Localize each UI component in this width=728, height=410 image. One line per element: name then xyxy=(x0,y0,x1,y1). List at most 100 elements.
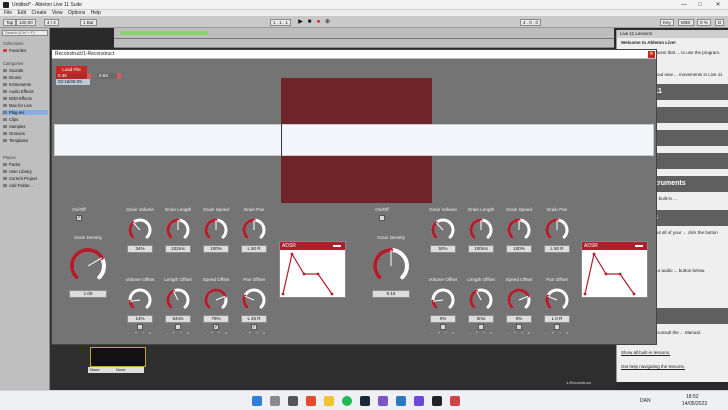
length-offset-value[interactable]: 84ms xyxy=(165,315,191,323)
adsr-envelope[interactable]: ADSR xyxy=(279,241,346,298)
length-offset-enable-checkbox[interactable] xyxy=(478,324,484,330)
length-offset-op-button[interactable]: ÷ xyxy=(481,331,487,336)
speed-offset-knob-icon[interactable] xyxy=(507,288,531,312)
grain-length-knob-icon[interactable] xyxy=(469,218,493,242)
grain-volume-knob[interactable] xyxy=(431,218,455,242)
volume-offset-op-button[interactable]: - xyxy=(126,331,132,336)
grain-density-value[interactable]: 0.10 xyxy=(372,290,410,298)
grain-speed-knob[interactable] xyxy=(204,218,228,242)
pan-offset-knob[interactable] xyxy=(242,288,266,312)
grain-pan-knob[interactable] xyxy=(242,218,266,242)
menu-help[interactable]: Help xyxy=(91,10,101,17)
loop-length-field[interactable]: 4 . 0 . 0 xyxy=(520,19,542,26)
browser-item-user-library[interactable]: User Library xyxy=(3,169,32,174)
output-select[interactable]: None xyxy=(114,367,144,373)
adsr-curve-icon[interactable] xyxy=(280,250,345,297)
start-icon[interactable] xyxy=(252,396,262,406)
grain-length-knob[interactable] xyxy=(469,218,493,242)
ableton-taskbar-icon[interactable] xyxy=(432,396,442,406)
position-b-field[interactable]: 0.63 xyxy=(97,73,117,79)
playhead-marker[interactable] xyxy=(281,124,282,156)
pan-offset-op-button[interactable]: ÷ xyxy=(557,331,563,336)
pan-offset-op-button[interactable]: - xyxy=(543,331,549,336)
speed-offset-knob[interactable] xyxy=(507,288,531,312)
grain-pan-value[interactable]: L 50 R xyxy=(544,245,570,253)
dim-button[interactable]: D xyxy=(715,19,725,26)
grain-length-value[interactable]: 100ms xyxy=(468,245,494,253)
grain-speed-value[interactable]: 100% xyxy=(203,245,229,253)
pan-offset-value[interactable]: L 25 R xyxy=(241,315,267,323)
browser-item-clips[interactable]: Clips xyxy=(3,117,18,122)
key-map-button[interactable]: Key xyxy=(660,19,674,26)
device-thumbnail[interactable] xyxy=(90,347,146,367)
grain-length-value[interactable]: 102ms xyxy=(165,245,191,253)
speed-offset-op-button[interactable]: ÷ xyxy=(216,331,222,336)
length-offset-op-button[interactable]: × xyxy=(185,331,191,336)
speed-offset-enable-checkbox[interactable] xyxy=(516,324,522,330)
browser-item-plug-ins[interactable]: Plug-Ins xyxy=(2,110,48,115)
grain-speed-knob[interactable] xyxy=(507,218,531,242)
pan-offset-enable-checkbox[interactable]: ✓ xyxy=(251,324,257,330)
pan-offset-knob-icon[interactable] xyxy=(242,288,266,312)
browser-item-current-project[interactable]: Current Project xyxy=(3,176,37,181)
clock-time[interactable]: 18:52 xyxy=(686,394,699,400)
minimize-button[interactable]: — xyxy=(676,1,692,9)
grain-speed-knob-icon[interactable] xyxy=(204,218,228,242)
browser-item-add-folder[interactable]: Add Folder... xyxy=(3,183,33,188)
length-offset-op-button[interactable]: × xyxy=(488,331,494,336)
stop-icon[interactable]: ■ xyxy=(306,19,313,26)
speed-offset-op-button[interactable]: × xyxy=(526,331,532,336)
pan-offset-op-button[interactable]: × xyxy=(564,331,570,336)
browser-item-midi-effects[interactable]: MIDI Effects xyxy=(3,96,32,101)
opera-icon[interactable] xyxy=(306,396,316,406)
grain-speed-knob-icon[interactable] xyxy=(507,218,531,242)
input-select[interactable]: None xyxy=(88,367,114,373)
pan-offset-op-button[interactable]: ÷ xyxy=(254,331,260,336)
pan-offset-op-button[interactable]: - xyxy=(240,331,246,336)
close-window-button[interactable]: ✕ xyxy=(710,1,726,9)
volume-offset-knob-icon[interactable] xyxy=(128,288,152,312)
volume-offset-op-button[interactable]: × xyxy=(450,331,456,336)
grain-volume-knob-icon[interactable] xyxy=(128,218,152,242)
midi-map-button[interactable]: MIDI xyxy=(678,19,694,26)
grain-pan-knob[interactable] xyxy=(545,218,569,242)
obs-icon[interactable] xyxy=(450,396,460,406)
speed-offset-enable-checkbox[interactable]: ✓ xyxy=(213,324,219,330)
pan-offset-knob-icon[interactable] xyxy=(545,288,569,312)
position-b-stepper[interactable] xyxy=(117,73,121,79)
volume-offset-knob-icon[interactable] xyxy=(431,288,455,312)
speed-offset-knob[interactable] xyxy=(204,288,228,312)
plugin-close-button[interactable]: ✕ xyxy=(648,51,655,58)
grain-pan-value[interactable]: L 50 R xyxy=(241,245,267,253)
load-file-button[interactable]: Load File xyxy=(56,66,87,73)
clock-date[interactable]: 14/05/2023 xyxy=(682,401,707,407)
speed-offset-op-button[interactable]: + xyxy=(209,331,215,336)
length-offset-knob-icon[interactable] xyxy=(469,288,493,312)
meter-field[interactable]: 4 / 4 xyxy=(44,19,59,26)
grain-pan-knob-icon[interactable] xyxy=(545,218,569,242)
search-icon[interactable] xyxy=(270,396,280,406)
speed-offset-value[interactable]: 0% xyxy=(506,315,532,323)
adsr-envelope[interactable]: ADSR xyxy=(581,241,648,298)
menu-create[interactable]: Create xyxy=(31,10,46,17)
onoff-checkbox[interactable] xyxy=(379,215,385,221)
speed-offset-value[interactable]: 75% xyxy=(203,315,229,323)
vscode-icon[interactable] xyxy=(396,396,406,406)
browser-item-audio-effects[interactable]: Audio Effects xyxy=(3,89,34,94)
speed-offset-op-button[interactable]: - xyxy=(505,331,511,336)
volume-offset-enable-checkbox[interactable] xyxy=(137,324,143,330)
overdub-icon[interactable]: ⊕ xyxy=(324,19,331,26)
browser-item-favorites[interactable]: Favorites xyxy=(3,48,26,53)
adsr-curve-icon[interactable] xyxy=(582,250,647,297)
volume-offset-knob[interactable] xyxy=(431,288,455,312)
volume-offset-enable-checkbox[interactable] xyxy=(440,324,446,330)
spotify-icon[interactable] xyxy=(342,396,352,406)
volume-offset-op-button[interactable]: - xyxy=(429,331,435,336)
volume-offset-op-button[interactable]: ÷ xyxy=(443,331,449,336)
show-all-lessons-link[interactable]: Show all built-in lessons. xyxy=(621,350,727,356)
grain-length-knob[interactable] xyxy=(166,218,190,242)
volume-offset-knob[interactable] xyxy=(128,288,152,312)
adsr-menu-icon[interactable] xyxy=(333,245,341,247)
browser-item-samples[interactable]: Samples xyxy=(3,124,25,129)
browser-item-drums[interactable]: Drums xyxy=(3,75,21,80)
